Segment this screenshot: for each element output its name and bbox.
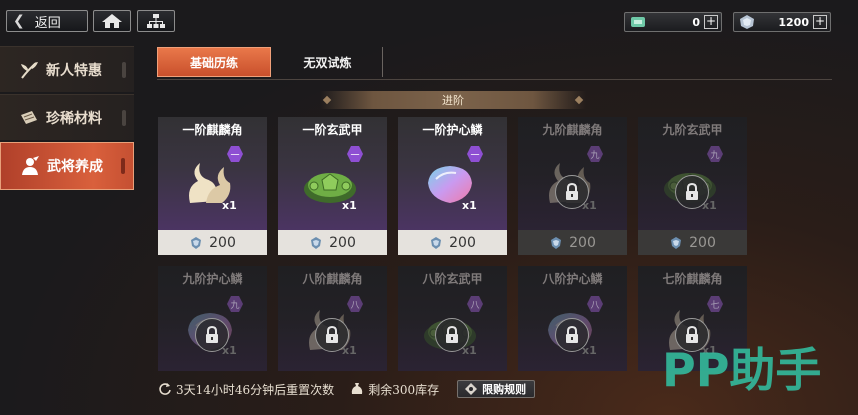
lock-icon (686, 326, 698, 343)
lock-badge (435, 318, 469, 352)
item-card[interactable]: 九阶玄武甲九 x1 200 (638, 117, 747, 255)
sidebar-edge (122, 110, 126, 126)
green-ticket-icon (631, 17, 645, 27)
add-scale-button[interactable]: + (813, 15, 827, 29)
tab-wushuang-trial[interactable]: 无双试炼 (273, 47, 383, 77)
sidebar-item-newbie[interactable]: 新人特惠 (0, 46, 134, 92)
card-name: 八阶护心鳞 (542, 272, 603, 286)
sprout-icon (21, 61, 38, 79)
price-scale-icon (671, 236, 682, 249)
section-header: 进阶 (320, 91, 586, 109)
limit-rules-label: 限购规则 (482, 383, 527, 396)
price-value: 200 (689, 234, 716, 251)
limit-rules-button[interactable]: 限购规则 (457, 380, 536, 398)
price-value: 200 (329, 234, 356, 251)
back-label: 返回 (34, 15, 61, 31)
lock-badge (555, 175, 589, 209)
price-bar: 200 (398, 230, 507, 255)
item-card[interactable]: 八阶玄武甲八 x1 (398, 266, 507, 371)
price-bar: 200 (518, 230, 627, 255)
card-name: 一阶护心鳞 (422, 123, 483, 137)
back-button[interactable]: ❮ 返回 (6, 10, 88, 32)
footer-bar: 3天14小时46分钟后重置次数 剩余300库存 限购规则 (158, 380, 536, 398)
card-name: 九阶玄武甲 (662, 123, 723, 137)
add-ticket-button[interactable]: + (704, 15, 718, 29)
hierarchy-icon (147, 14, 165, 28)
currency-scale: 1200 + (733, 12, 831, 32)
currency-ticket: 0 + (624, 12, 722, 32)
lock-badge (555, 318, 589, 352)
refresh-text: 3天14小时46分钟后重置次数 (176, 382, 335, 397)
price-scale-icon (191, 236, 202, 249)
tab-basic-training[interactable]: 基础历练 (157, 47, 271, 77)
lock-badge (675, 175, 709, 209)
tab-divider (157, 79, 832, 80)
home-button[interactable] (93, 10, 131, 32)
lock-icon (446, 326, 458, 343)
sidebar-item-label: 珍稀材料 (46, 110, 102, 127)
currency-scale-value: 1200 (778, 15, 809, 29)
card-name: 一阶玄武甲 (302, 123, 363, 137)
price-scale-icon (311, 236, 322, 249)
card-name: 八阶玄武甲 (422, 272, 483, 286)
item-card[interactable]: 八阶麒麟角八 x1 (278, 266, 387, 371)
card-quantity: x1 (342, 199, 357, 212)
item-card[interactable]: 一阶麒麟角一 x1 200 (158, 117, 267, 255)
item-card[interactable]: 九阶麒麟角九 x1 200 (518, 117, 627, 255)
lock-icon (326, 326, 338, 343)
sidebar-edge (122, 62, 126, 78)
lock-icon (686, 183, 698, 200)
sidebar-item-label: 新人特惠 (46, 62, 102, 79)
price-bar: 200 (278, 230, 387, 255)
item-card[interactable]: 一阶护心鳞一 x1 200 (398, 117, 507, 255)
hierarchy-button[interactable] (137, 10, 175, 32)
refresh-icon (159, 383, 171, 395)
card-name: 七阶麒麟角 (662, 272, 723, 286)
sidebar-item-general-training[interactable]: 武将养成 (0, 142, 134, 190)
stock-text: 剩余300库存 (368, 382, 440, 397)
money-bag-icon (352, 383, 363, 394)
item-card[interactable]: 八阶护心鳞八 x1 (518, 266, 627, 371)
section-title: 进阶 (442, 94, 464, 107)
watermark-logo: PP助手 (662, 343, 822, 397)
item-card[interactable]: 九阶护心鳞九 x1 (158, 266, 267, 371)
lock-icon (566, 183, 578, 200)
card-name: 九阶护心鳞 (182, 272, 243, 286)
rules-eye-icon (465, 383, 478, 395)
price-value: 200 (449, 234, 476, 251)
home-icon (102, 14, 122, 28)
price-bar: 200 (638, 230, 747, 255)
lock-icon (566, 326, 578, 343)
lock-badge (195, 318, 229, 352)
card-quantity: x1 (222, 199, 237, 212)
back-chevron-icon: ❮ (13, 13, 25, 29)
scroll-icon (21, 110, 37, 124)
sidebar-item-label: 武将养成 (47, 159, 103, 175)
price-scale-icon (551, 236, 562, 249)
price-value: 200 (209, 234, 236, 251)
refresh-info: 3天14小时46分钟后重置次数 (158, 381, 334, 398)
sidebar-edge (121, 158, 125, 174)
lock-badge (315, 318, 349, 352)
stock-info: 剩余300库存 (350, 381, 439, 398)
item-card[interactable]: 一阶玄武甲一 x1 200 (278, 117, 387, 255)
price-scale-icon (431, 236, 442, 249)
price-bar: 200 (158, 230, 267, 255)
silver-scale-icon (740, 15, 754, 29)
general-icon (22, 156, 39, 175)
currency-ticket-value: 0 (692, 15, 700, 29)
card-name: 一阶麒麟角 (182, 123, 243, 137)
lock-icon (206, 326, 218, 343)
sidebar-item-rare-materials[interactable]: 珍稀材料 (0, 94, 134, 140)
price-value: 200 (569, 234, 596, 251)
card-name: 九阶麒麟角 (542, 123, 603, 137)
card-quantity: x1 (462, 199, 477, 212)
card-name: 八阶麒麟角 (302, 272, 363, 286)
